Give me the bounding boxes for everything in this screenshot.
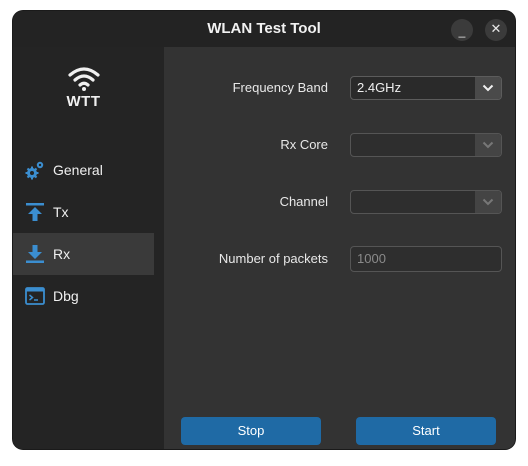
close-button[interactable]: ✕ xyxy=(485,19,507,41)
channel-label: Channel xyxy=(279,194,328,209)
rx-core-label: Rx Core xyxy=(280,137,328,152)
sidebar: WTT General Tx Rx Dbg xyxy=(13,47,164,449)
app-logo: WTT xyxy=(13,67,154,110)
chevron-down-icon xyxy=(475,134,501,156)
frequency-band-value: 2.4GHz xyxy=(357,80,402,95)
sidebar-item-tx[interactable]: Tx xyxy=(13,191,154,233)
packets-label: Number of packets xyxy=(218,251,328,266)
rx-core-select[interactable] xyxy=(350,133,502,157)
frequency-band-label: Frequency Band xyxy=(232,80,328,95)
sidebar-item-dbg[interactable]: Dbg xyxy=(13,275,154,317)
title-bar[interactable]: WLAN Test Tool _ ✕ xyxy=(13,11,515,47)
terminal-icon xyxy=(25,287,45,305)
sidebar-item-label: Rx xyxy=(53,246,71,262)
app-window: WLAN Test Tool _ ✕ WTT General Tx Rx Dbg… xyxy=(13,11,515,449)
close-icon: ✕ xyxy=(490,21,502,36)
frequency-band-select[interactable]: 2.4GHz xyxy=(350,76,502,100)
start-button[interactable]: Start xyxy=(356,417,496,445)
packets-input[interactable]: 1000 xyxy=(350,246,502,272)
stop-button[interactable]: Stop xyxy=(181,417,321,445)
sidebar-item-label: Dbg xyxy=(53,288,79,304)
wifi-icon xyxy=(67,67,100,91)
sidebar-item-label: Tx xyxy=(53,204,69,220)
logo-text: WTT xyxy=(66,93,101,110)
gears-icon xyxy=(25,161,44,180)
channel-select[interactable] xyxy=(350,190,502,214)
sidebar-item-rx[interactable]: Rx xyxy=(13,233,154,275)
chevron-down-icon xyxy=(475,77,501,99)
sidebar-item-label: General xyxy=(53,162,103,178)
upload-icon xyxy=(26,203,44,221)
download-icon xyxy=(26,245,44,263)
chevron-down-icon xyxy=(475,191,501,213)
window-title: WLAN Test Tool xyxy=(207,20,321,37)
sidebar-item-general[interactable]: General xyxy=(13,149,154,191)
minimize-button[interactable]: _ xyxy=(451,19,473,41)
minimize-icon: _ xyxy=(458,24,466,38)
rx-panel: Frequency Band 2.4GHz Rx Core Channel Nu… xyxy=(164,47,515,449)
